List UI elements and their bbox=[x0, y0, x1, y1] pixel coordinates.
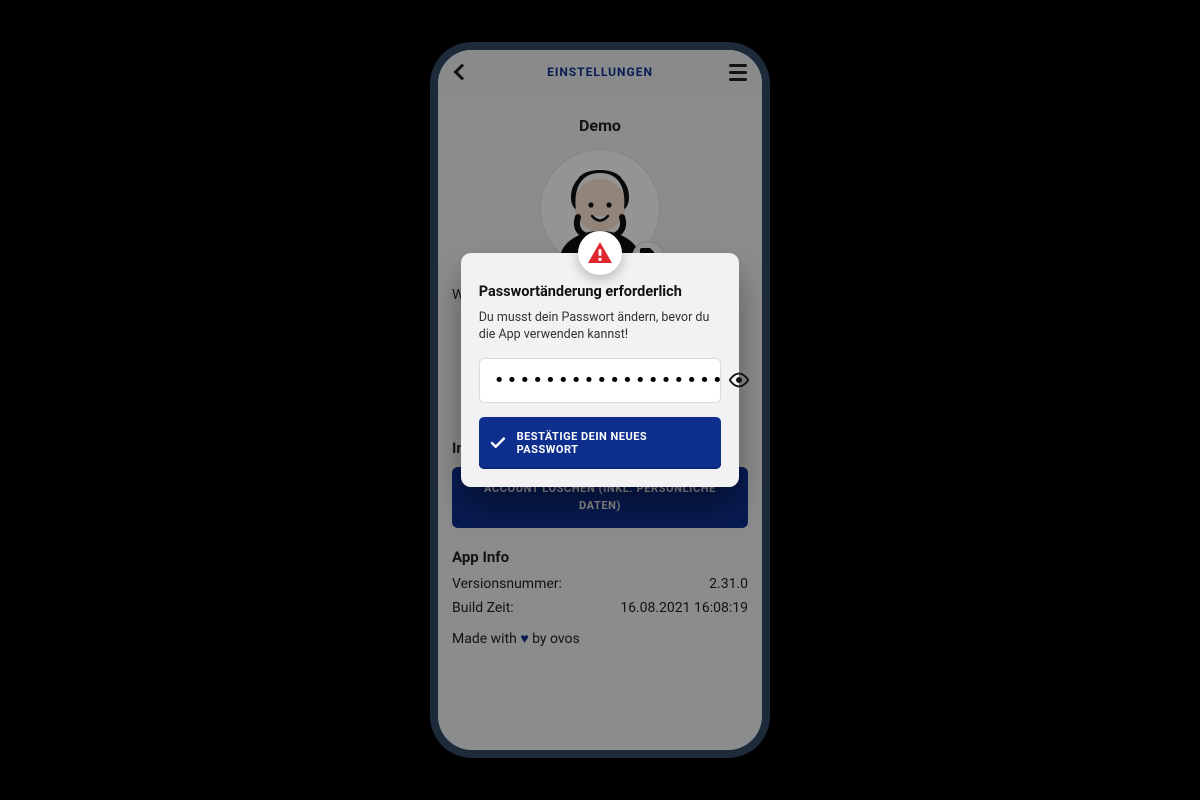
confirm-button-label: BESTÄTIGE DEIN NEUES PASSWORT bbox=[517, 430, 712, 456]
toggle-visibility-button[interactable] bbox=[728, 369, 750, 391]
dialog-body: Du musst dein Passwort ändern, bevor du … bbox=[479, 310, 722, 344]
check-icon bbox=[489, 434, 507, 452]
dialog-title: Passwortänderung erforderlich bbox=[479, 283, 722, 300]
dialog-alert-badge bbox=[578, 231, 622, 275]
confirm-password-button[interactable]: BESTÄTIGE DEIN NEUES PASSWORT bbox=[479, 417, 722, 469]
dialog-container: Passwortänderung erforderlich Du musst d… bbox=[461, 253, 740, 487]
alert-triangle-icon bbox=[587, 241, 613, 265]
password-input[interactable] bbox=[492, 369, 728, 392]
modal-overlay: Passwortänderung erforderlich Du musst d… bbox=[438, 50, 762, 750]
password-field[interactable] bbox=[479, 358, 722, 403]
password-change-dialog: Passwortänderung erforderlich Du musst d… bbox=[461, 253, 740, 487]
screen: EINSTELLUNGEN Demo bbox=[438, 50, 762, 750]
device-frame: EINSTELLUNGEN Demo bbox=[430, 42, 770, 758]
eye-icon bbox=[728, 369, 750, 391]
